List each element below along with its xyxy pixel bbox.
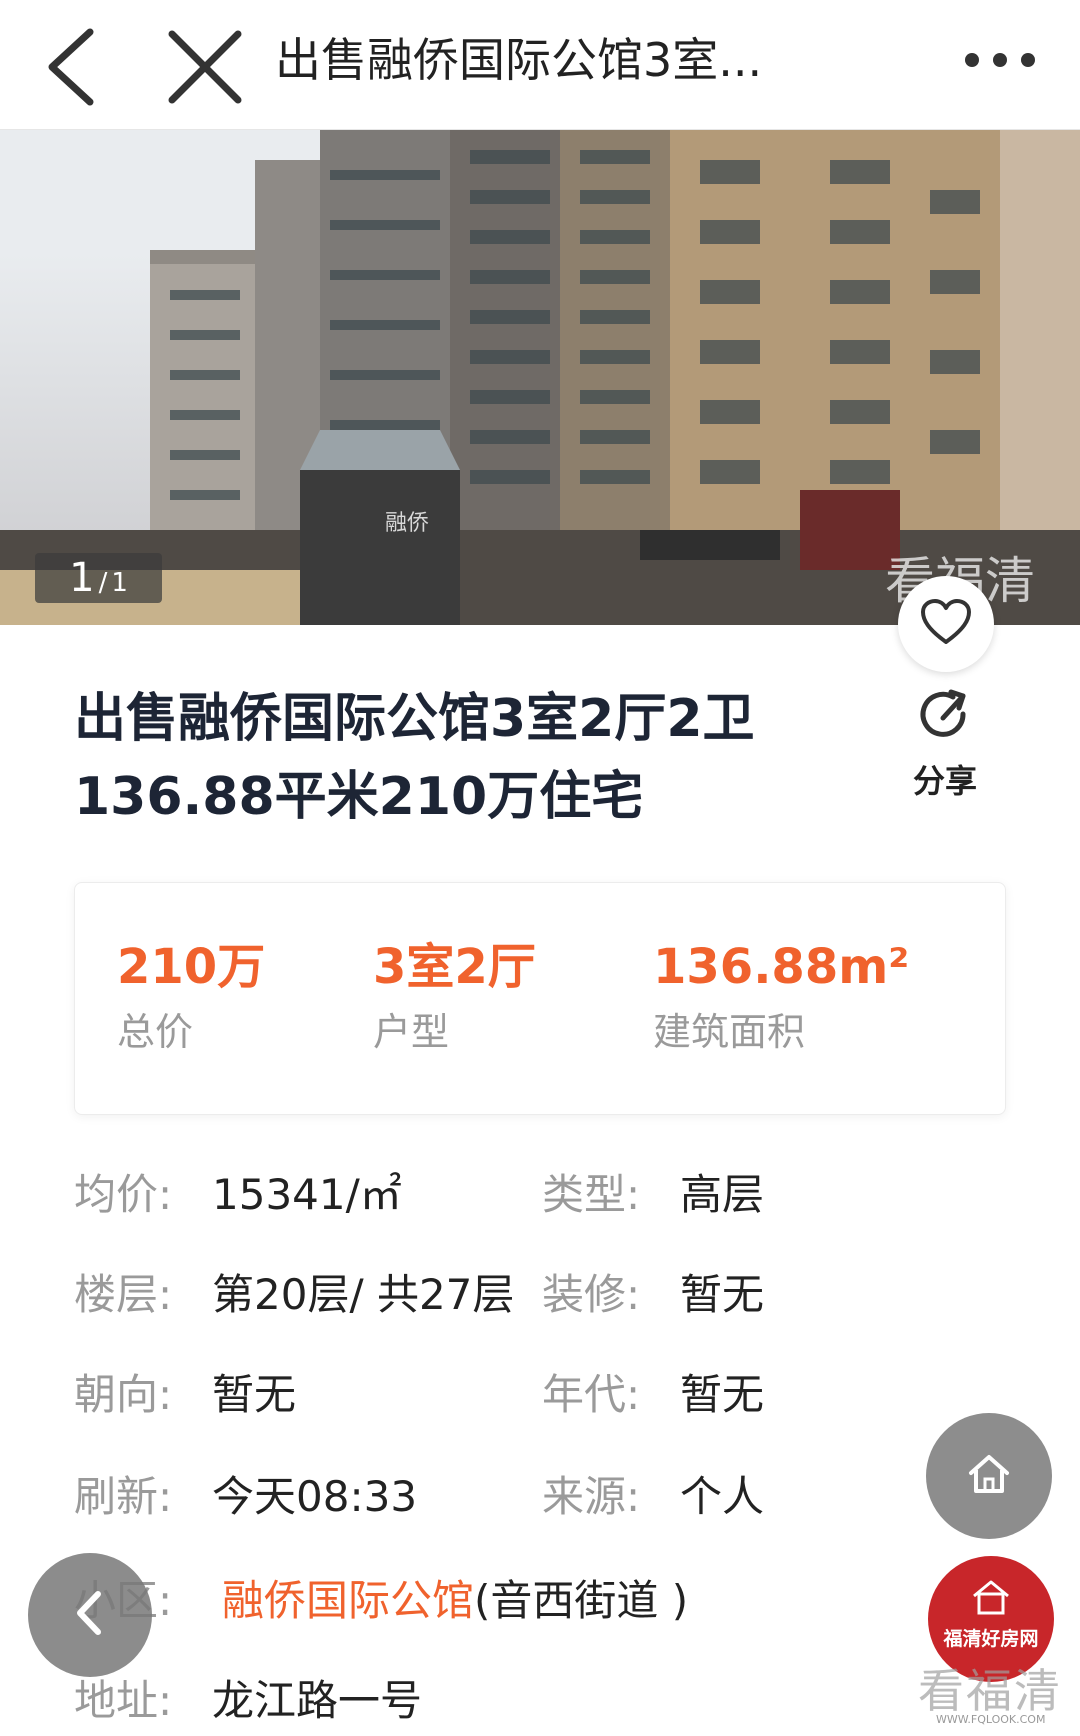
detail-row: 楼层: 第20层/ 共27层 装修: 暂无: [74, 1260, 1004, 1330]
detail-row: 小区: 融侨国际公馆(音西街道 ): [74, 1566, 1004, 1636]
share-button[interactable]: 分享: [895, 688, 995, 802]
unit-price-key: 均价:: [74, 1170, 173, 1219]
chevron-left-icon: [70, 1588, 110, 1642]
home-icon: [966, 1451, 1012, 1501]
photo-counter: 1 / 1: [35, 553, 162, 603]
site-watermark: 看福清 WWW.FQLOOK.COM: [918, 1655, 1068, 1726]
detail-row: 朝向: 暂无 年代: 暂无: [74, 1360, 1004, 1430]
floor-key: 楼层:: [74, 1270, 173, 1319]
refresh-key: 刷新:: [74, 1472, 173, 1521]
total-price-label: 总价: [117, 1010, 194, 1054]
source-value: 个人: [680, 1472, 765, 1521]
top-navigation-bar: 出售融侨国际公馆3室...: [0, 0, 1080, 130]
close-icon[interactable]: [160, 22, 250, 112]
room-layout-value: 3室2厅: [373, 939, 536, 995]
photo-counter-total: 1: [111, 568, 128, 598]
building-sign-text: 融侨: [385, 510, 429, 535]
decoration-key: 装修:: [542, 1270, 641, 1319]
site-logo-text: 福清好房网: [943, 1628, 1039, 1650]
floor-area: 136.88m² 建筑面积: [653, 937, 909, 1057]
home-button[interactable]: [926, 1413, 1052, 1539]
page-title: 出售融侨国际公馆3室...: [275, 33, 763, 87]
year-value: 暂无: [680, 1370, 765, 1419]
refresh-value: 今天08:33: [212, 1472, 418, 1521]
listing-title: 出售融侨国际公馆3室2厅2卫136.88平米210万住宅: [74, 689, 755, 827]
chevron-left-icon[interactable]: [30, 22, 120, 112]
total-price: 210万 总价: [117, 937, 265, 1057]
floor-area-value: 136.88m²: [653, 939, 910, 995]
listing-photo[interactable]: 融侨 看福清: [0, 130, 1080, 625]
room-layout: 3室2厅 户型: [373, 937, 536, 1057]
total-price-value: 210万: [117, 939, 266, 995]
room-layout-label: 户型: [373, 1010, 450, 1054]
photo-counter-current: 1: [69, 555, 95, 601]
floor-area-label: 建筑面积: [653, 1010, 806, 1054]
address-value: 龙江路一号: [212, 1676, 423, 1725]
heart-icon: [920, 598, 972, 650]
share-icon: [917, 689, 973, 748]
unit-price-value: 15341/㎡: [212, 1170, 402, 1219]
house-logo-icon: [971, 1578, 1011, 1620]
more-dots-icon[interactable]: [965, 40, 1065, 80]
share-label: 分享: [912, 762, 977, 800]
watermark-url: WWW.FQLOOK.COM: [936, 1713, 1046, 1726]
detail-row: 均价: 15341/㎡ 类型: 高层: [74, 1160, 1004, 1230]
detail-row: 刷新: 今天08:33 来源: 个人: [74, 1462, 1004, 1532]
decoration-value: 暂无: [680, 1270, 765, 1319]
back-float-button[interactable]: [28, 1553, 152, 1677]
community-district: (音西街道 ): [474, 1576, 689, 1625]
favorite-button[interactable]: [898, 576, 994, 672]
detail-row: 地址: 龙江路一号: [74, 1666, 1004, 1736]
orientation-value: 暂无: [212, 1370, 297, 1419]
building-type-key: 类型:: [542, 1170, 641, 1219]
summary-card: 210万 总价 3室2厅 户型 136.88m² 建筑面积: [74, 882, 1006, 1115]
community-link[interactable]: 融侨国际公馆: [222, 1576, 474, 1625]
watermark-text: 看福清: [918, 1664, 1062, 1718]
orientation-key: 朝向:: [74, 1370, 173, 1419]
photo-counter-separator: /: [98, 568, 108, 598]
source-key: 来源:: [542, 1472, 641, 1521]
floor-value: 第20层/ 共27层: [212, 1270, 515, 1319]
year-key: 年代:: [542, 1370, 641, 1419]
building-type-value: 高层: [680, 1170, 765, 1219]
